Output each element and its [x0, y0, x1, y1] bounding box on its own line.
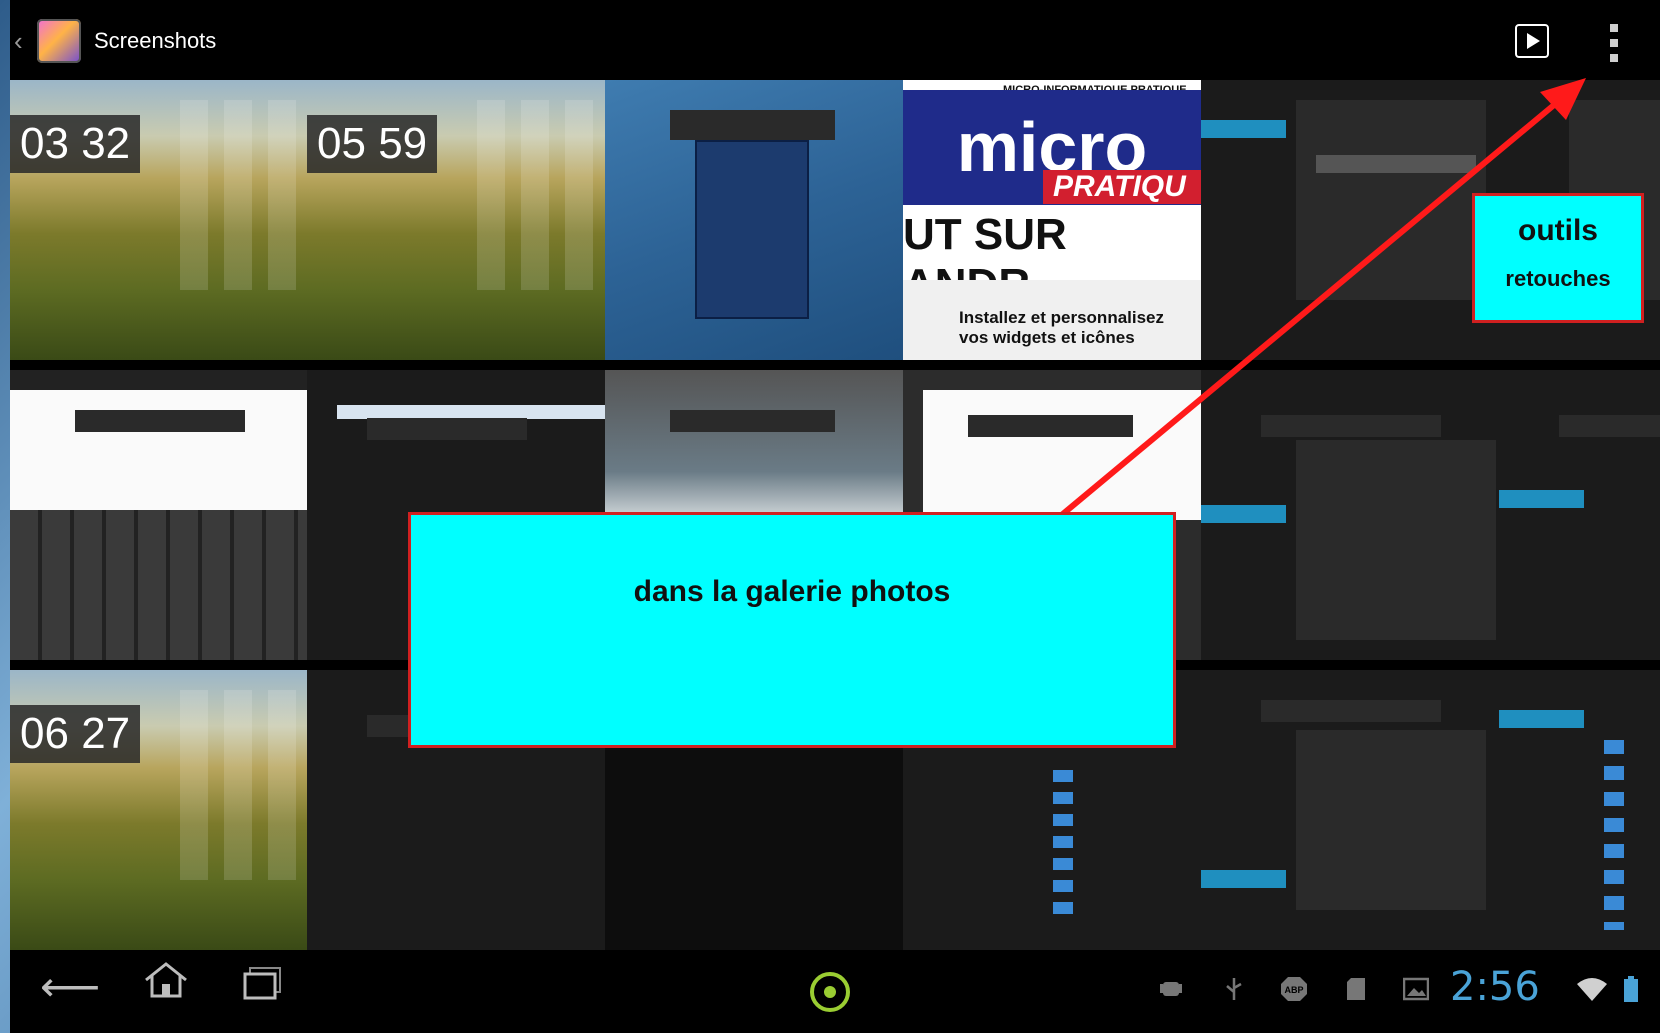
callout-gallery-text: dans la galerie photos — [633, 575, 951, 608]
callout-tools-subtitle: retouches — [1505, 266, 1611, 291]
callout-tools: outils retouches — [1472, 193, 1644, 323]
callout-tools-title: outils — [1518, 214, 1598, 247]
callout-gallery: dans la galerie photos — [408, 512, 1176, 748]
